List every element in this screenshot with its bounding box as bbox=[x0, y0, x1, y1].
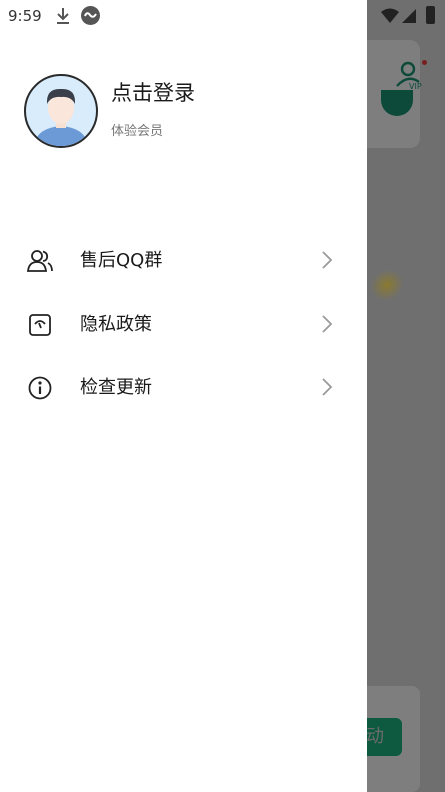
decorative-blob bbox=[364, 263, 410, 307]
avatar[interactable] bbox=[24, 74, 98, 148]
users-icon bbox=[27, 250, 53, 272]
chevron-right-icon bbox=[322, 378, 333, 396]
info-icon bbox=[28, 376, 52, 400]
member-level-label: 体验会员 bbox=[111, 124, 164, 139]
policy-icon bbox=[29, 314, 51, 336]
menu-item-privacy-policy[interactable]: 隐私政策 bbox=[0, 296, 367, 352]
notification-dot bbox=[422, 60, 427, 65]
chevron-right-icon bbox=[322, 315, 333, 333]
user-avatar-icon bbox=[34, 88, 88, 146]
vip-label: VIP bbox=[409, 82, 422, 91]
app-badge-icon bbox=[81, 6, 100, 25]
menu-item-check-update[interactable]: 检查更新 bbox=[0, 359, 367, 415]
login-prompt[interactable]: 点击登录 bbox=[111, 77, 195, 107]
download-icon bbox=[57, 8, 69, 24]
drawer-status-time: 9:59 bbox=[8, 7, 42, 25]
menu-item-label: 隐私政策 bbox=[80, 314, 152, 335]
signal-icon bbox=[402, 9, 416, 23]
menu-item-qq-group[interactable]: 售后QQ群 bbox=[0, 232, 367, 288]
battery-icon bbox=[426, 6, 435, 24]
chevron-right-icon bbox=[322, 251, 333, 269]
menu-item-label: 售后QQ群 bbox=[80, 250, 163, 271]
menu-item-label: 检查更新 bbox=[80, 377, 152, 398]
navigation-drawer: 9:59 点击登录 体验会员 售后QQ群 隐私政策 检查更新 bbox=[0, 0, 367, 792]
wifi-icon bbox=[381, 8, 399, 23]
